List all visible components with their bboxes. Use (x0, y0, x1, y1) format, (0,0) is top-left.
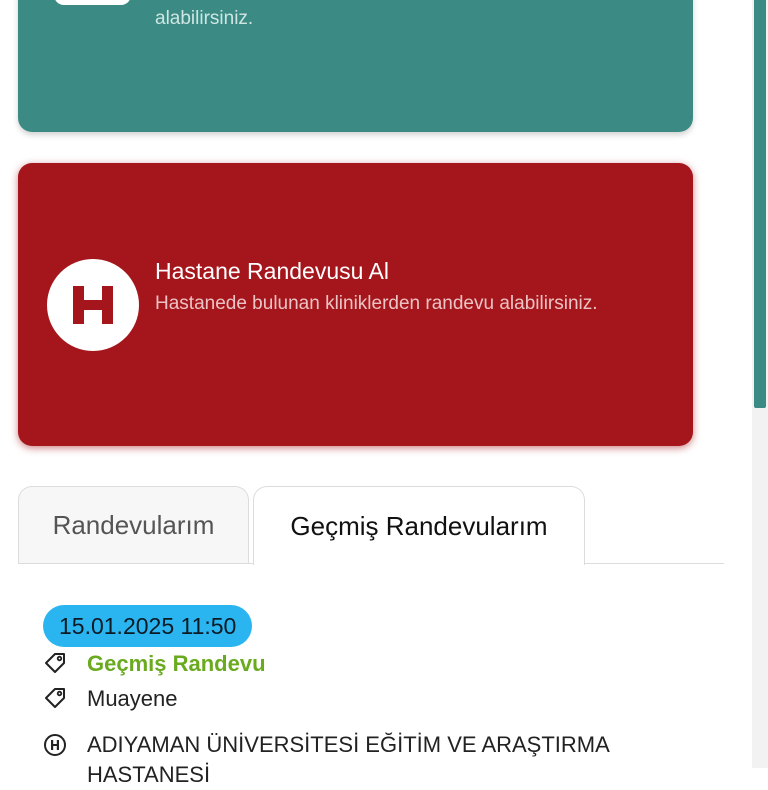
doctor-appointment-card[interactable]: alabilirsiniz. (18, 0, 693, 132)
doctor-card-subtitle: alabilirsiniz. (155, 8, 254, 29)
scrollbar-thumb[interactable] (754, 0, 766, 408)
hospital-card-title: Hastane Randevusu Al (155, 258, 389, 284)
appointment-datetime-badge: 15.01.2025 11:50 (43, 605, 253, 647)
appointment-status: Geçmiş Randevu (87, 651, 266, 676)
hospital-icon (44, 734, 66, 756)
tab-past-appointments[interactable]: Geçmiş Randevularım (253, 486, 585, 565)
hospital-appointment-card[interactable]: Hastane Randevusu Al Hastanede bulunan k… (18, 163, 693, 446)
appointment-type: Muayene (87, 686, 178, 711)
hospital-icon (47, 259, 139, 351)
hospital-card-subtitle: Hastanede bulunan kliniklerden randevu a… (155, 293, 598, 314)
stethoscope-icon (54, 0, 131, 5)
tab-appointments[interactable]: Randevularım (18, 486, 249, 564)
hospital-name-line1: ADIYAMAN ÜNİVERSİTESİ EĞİTİM VE ARAŞTIRM… (87, 732, 610, 757)
hospital-name: ADIYAMAN ÜNİVERSİTESİ EĞİTİM VE ARAŞTIRM… (87, 730, 610, 790)
tag-icon (45, 653, 65, 673)
tag-icon (45, 688, 65, 708)
hospital-name-line2: HASTANESİ (87, 762, 211, 787)
